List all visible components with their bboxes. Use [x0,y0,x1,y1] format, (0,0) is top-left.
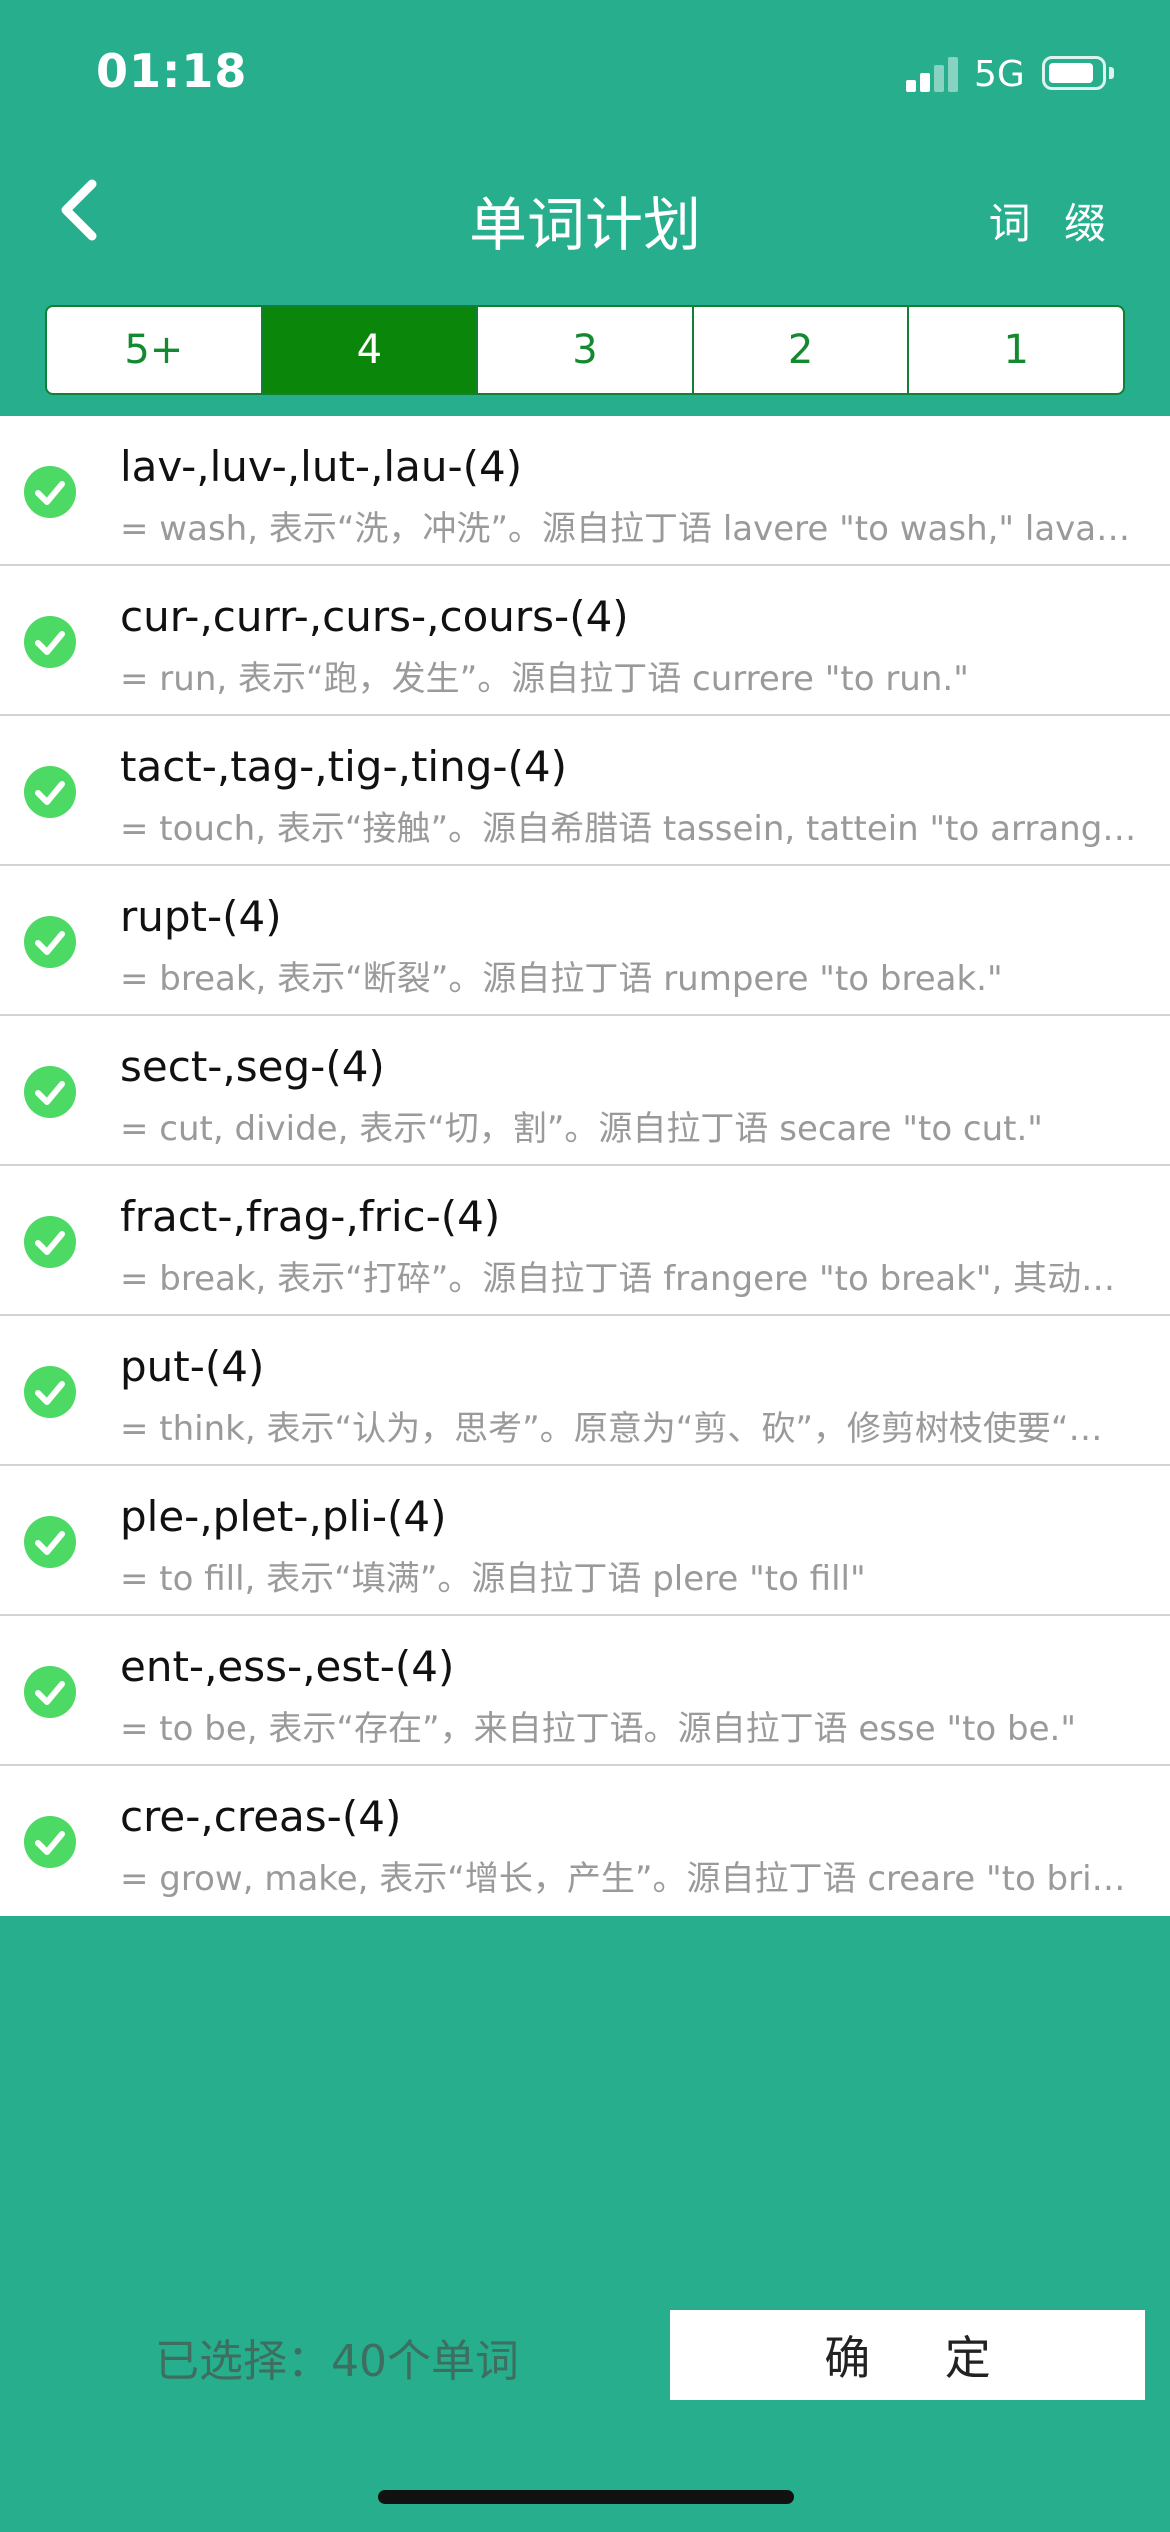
item-description: = wash, 表示“洗，冲洗”。源自拉丁语 lavere "to wash,"… [120,509,1140,549]
signal-icon [906,56,960,92]
check-circle-icon[interactable] [24,1216,76,1268]
item-description: = to be, 表示“存在”，来自拉丁语。源自拉丁语 esse "to be.… [120,1709,1076,1749]
list-item[interactable]: sect-,seg-(4) = cut, divide, 表示“切，割”。源自拉… [0,1016,1170,1166]
list-item[interactable]: ent-,ess-,est-(4) = to be, 表示“存在”，来自拉丁语。… [0,1616,1170,1766]
check-circle-icon[interactable] [24,766,76,818]
check-circle-icon[interactable] [24,1066,76,1118]
item-title: lav-,luv-,lut-,lau-(4) [120,442,523,491]
affix-button[interactable]: 词 缀 [989,190,1116,251]
network-type: 5G [974,54,1025,95]
list-item[interactable]: ple-,plet-,pli-(4) = to fill, 表示“填满”。源自拉… [0,1466,1170,1616]
check-circle-icon[interactable] [24,466,76,518]
check-circle-icon[interactable] [24,1516,76,1568]
item-title: cre-,creas-(4) [120,1792,402,1841]
list-item[interactable]: lav-,luv-,lut-,lau-(4) = wash, 表示“洗，冲洗”。… [0,416,1170,566]
item-title: ple-,plet-,pli-(4) [120,1492,447,1541]
item-title: ent-,ess-,est-(4) [120,1642,455,1691]
item-description: = break, 表示“打碎”。源自拉丁语 frangere "to break… [120,1259,1116,1299]
list-item[interactable]: rupt-(4) = break, 表示“断裂”。源自拉丁语 rumpere "… [0,866,1170,1016]
item-description: = to fill, 表示“填满”。源自拉丁语 plere "to fill" [120,1559,866,1599]
check-circle-icon[interactable] [24,1366,76,1418]
list-item[interactable]: cre-,creas-(4) = grow, make, 表示“增长，产生”。源… [0,1766,1170,1916]
item-title: fract-,frag-,fric-(4) [120,1192,501,1241]
item-title: tact-,tag-,tig-,ting-(4) [120,742,568,791]
item-description: = cut, divide, 表示“切，割”。源自拉丁语 secare "to … [120,1109,1043,1149]
item-title: sect-,seg-(4) [120,1042,385,1091]
nav-bar: 单词计划 词 缀 [0,150,1170,270]
status-bar: 01:18 5G [0,0,1170,140]
item-title: rupt-(4) [120,892,282,941]
check-circle-icon[interactable] [24,1816,76,1868]
tab-4[interactable]: 4 [262,307,479,393]
selected-count: 已选择：40个单词 [155,2336,519,2387]
list-item[interactable]: tact-,tag-,tig-,ting-(4) = touch, 表示“接触”… [0,716,1170,866]
level-tabs: 5+ 4 3 2 1 [45,305,1125,395]
tab-2[interactable]: 2 [694,307,910,393]
check-circle-icon[interactable] [24,616,76,668]
check-circle-icon[interactable] [24,916,76,968]
list-item[interactable]: put-(4) = think, 表示“认为，思考”。原意为“剪、砍”，修剪树枝… [0,1316,1170,1466]
item-title: cur-,curr-,curs-,cours-(4) [120,592,629,641]
check-circle-icon[interactable] [24,1666,76,1718]
battery-cap [1109,67,1114,79]
tab-1[interactable]: 1 [909,307,1123,393]
home-indicator[interactable] [378,2490,794,2504]
list-item[interactable]: cur-,curr-,curs-,cours-(4) = run, 表示“跑，发… [0,566,1170,716]
list-item[interactable]: fract-,frag-,fric-(4) = break, 表示“打碎”。源自… [0,1166,1170,1316]
tab-3[interactable]: 3 [478,307,694,393]
tab-5plus[interactable]: 5+ [47,307,263,393]
status-time: 01:18 [96,44,248,98]
item-description: = run, 表示“跑，发生”。源自拉丁语 currere "to run." [120,659,969,699]
item-description: = break, 表示“断裂”。源自拉丁语 rumpere "to break.… [120,959,1003,999]
battery-icon [1042,56,1106,90]
word-list: lav-,luv-,lut-,lau-(4) = wash, 表示“洗，冲洗”。… [0,416,1170,1916]
item-description: = think, 表示“认为，思考”。原意为“剪、砍”，修剪树枝使要“… [120,1409,1103,1449]
confirm-button[interactable]: 确 定 [670,2310,1145,2400]
item-title: put-(4) [120,1342,265,1391]
item-description: = touch, 表示“接触”。源自希腊语 tassein, tattein "… [120,809,1137,849]
item-description: = grow, make, 表示“增长，产生”。源自拉丁语 creare "to… [120,1859,1126,1899]
